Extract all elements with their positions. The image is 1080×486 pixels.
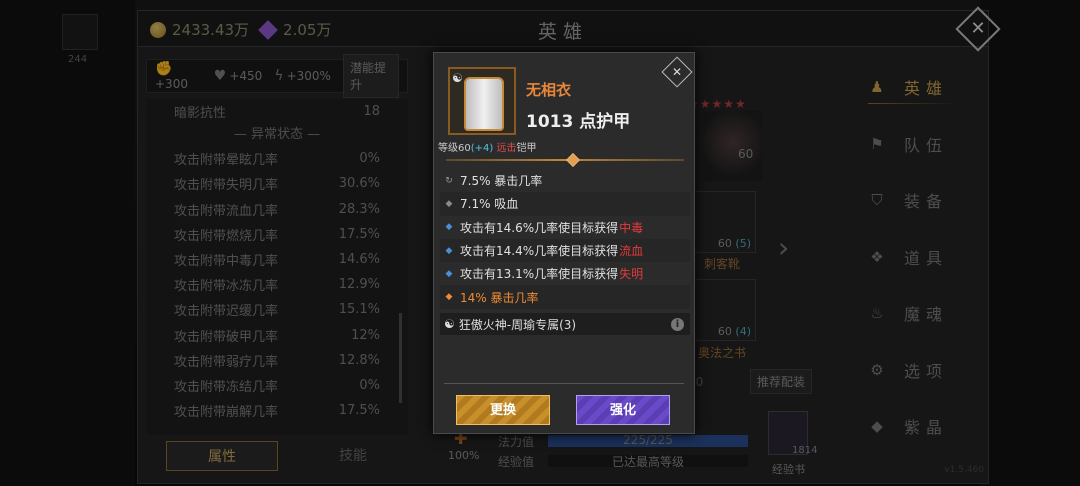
armor-vest-icon — [464, 77, 504, 131]
item-level-line: 等级60(+4) 远击铠甲 — [438, 143, 537, 154]
yin-yang-icon: ☯ — [444, 317, 455, 331]
item-main-stat: 1013 点护甲 — [526, 112, 631, 132]
item-icon: ☯ — [448, 67, 516, 135]
change-button[interactable]: 更换 — [456, 395, 550, 425]
tooltip-close-button[interactable]: ✕ — [661, 56, 693, 88]
yin-yang-icon: ☯ — [452, 71, 463, 85]
item-attribute: ◆ 攻击有14.6%几率使目标获得 中毒 — [445, 220, 644, 235]
item-attribute: ◆ 14% 暴击几率 — [440, 285, 690, 309]
item-attribute: ◆ 攻击有14.4%几率使目标获得 流血 — [440, 238, 690, 263]
divider — [444, 383, 684, 384]
item-attribute: ◆ 攻击有13.1%几率使目标获得 失明 — [445, 267, 644, 282]
item-attribute: ↻ 7.5% 暴击几率 — [445, 174, 543, 189]
item-name: 无相衣 — [526, 81, 572, 99]
item-attributes: ↻ 7.5% 暴击几率 ◆ 7.1% 吸血 ◆ 攻击有14.6%几率使目标获得 中毒 ◆ 攻击有… — [440, 169, 690, 309]
level-slider — [446, 152, 684, 168]
info-icon[interactable]: i — [671, 317, 684, 331]
set-bonus: ☯ 狂傲火神-周瑜专属(3) i — [440, 313, 690, 335]
bullet-icon: ◆ — [445, 198, 453, 209]
enhance-button[interactable]: 强化 — [576, 395, 670, 425]
close-icon: ✕ — [671, 65, 683, 79]
bullet-icon: ◆ — [445, 292, 453, 303]
bullet-icon: ↻ — [445, 175, 453, 186]
bullet-icon: ◆ — [445, 268, 453, 279]
bullet-icon: ◆ — [445, 245, 453, 256]
bullet-icon: ◆ — [445, 222, 453, 233]
slider-knob — [565, 152, 581, 168]
item-attribute: ◆ 7.1% 吸血 — [440, 192, 690, 216]
item-tooltip: ☯ 无相衣 1013 点护甲 ✕ 等级60(+4) 远击铠甲 ↻ 7.5% 暴击几… — [433, 52, 695, 434]
